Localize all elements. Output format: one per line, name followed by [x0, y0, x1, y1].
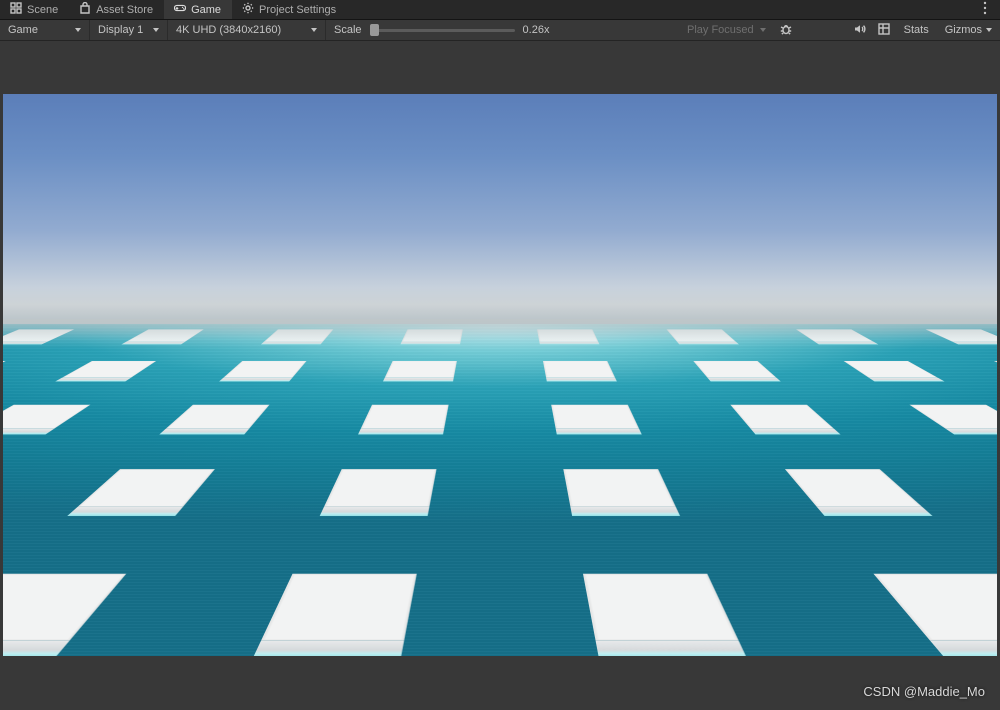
tab-label: Game — [191, 4, 221, 16]
game-view-toolbar: Game Display 1 4K UHD (3840x2160) Scale … — [0, 20, 1000, 41]
bag-icon — [79, 2, 91, 17]
display-dropdown[interactable]: Display 1 — [90, 20, 168, 40]
gamepad-icon — [174, 2, 186, 17]
tab-overflow-menu[interactable] — [976, 0, 994, 19]
debug-button[interactable] — [774, 20, 798, 40]
game-viewport[interactable]: CSDN @Maddie_Mo — [3, 44, 997, 707]
tab-asset-store[interactable]: Asset Store — [69, 0, 164, 19]
button-label: Stats — [904, 24, 929, 36]
button-label: Gizmos — [945, 24, 982, 36]
mute-audio-button[interactable] — [848, 20, 872, 40]
grid-layout-icon — [878, 23, 890, 38]
tab-scene[interactable]: Scene — [0, 0, 69, 19]
tab-project-settings[interactable]: Project Settings — [232, 0, 347, 19]
scene-icon — [10, 2, 22, 17]
tab-label: Scene — [27, 4, 58, 16]
gear-icon — [242, 2, 254, 17]
dropdown-label: Play Focused — [687, 24, 754, 36]
dropdown-label: Game — [8, 24, 38, 36]
tab-game[interactable]: Game — [164, 0, 232, 19]
chevron-down-icon — [153, 28, 159, 32]
scale-control: Scale 0.26x — [326, 20, 557, 40]
resolution-dropdown[interactable]: 4K UHD (3840x2160) — [168, 20, 326, 40]
kebab-icon — [983, 1, 987, 18]
horizon-haze — [3, 319, 997, 349]
watermark-text: CSDN @Maddie_Mo — [863, 684, 985, 699]
scale-value: 0.26x — [523, 24, 550, 36]
tab-label: Project Settings — [259, 4, 336, 16]
dropdown-label: Display 1 — [98, 24, 143, 36]
game-mode-dropdown[interactable]: Game — [0, 20, 90, 40]
bug-icon — [780, 23, 792, 38]
chevron-down-icon — [75, 28, 81, 32]
scale-slider[interactable] — [370, 29, 515, 32]
gizmos-dropdown[interactable]: Gizmos — [937, 20, 1000, 40]
slider-thumb[interactable] — [370, 24, 379, 36]
chevron-down-icon — [986, 28, 992, 32]
tab-label: Asset Store — [96, 4, 153, 16]
play-mode-dropdown[interactable]: Play Focused — [679, 20, 774, 40]
stats-button[interactable]: Stats — [896, 20, 937, 40]
rendered-scene — [3, 94, 997, 656]
dropdown-label: 4K UHD (3840x2160) — [176, 24, 281, 36]
aspect-toggle-button[interactable] — [872, 20, 896, 40]
speaker-icon — [854, 23, 866, 38]
sky-gradient — [3, 94, 997, 342]
game-viewport-frame: CSDN @Maddie_Mo — [0, 41, 1000, 710]
chevron-down-icon — [760, 28, 766, 32]
editor-tab-strip: Scene Asset Store Game Project Settings — [0, 0, 1000, 20]
scale-label: Scale — [334, 24, 362, 36]
chevron-down-icon — [311, 28, 317, 32]
